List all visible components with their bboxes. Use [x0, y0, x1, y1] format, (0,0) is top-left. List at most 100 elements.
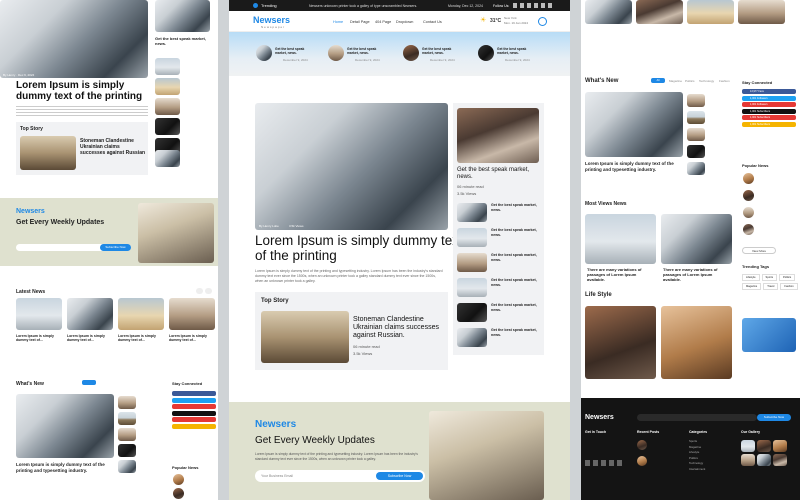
top-story-heading: Top Story [261, 298, 289, 304]
side-thumb-3 [457, 253, 487, 272]
left-popular-news: Popular News [172, 465, 199, 470]
twitter-followers[interactable]: 1,001 Followers [742, 95, 796, 101]
youtube-followers[interactable]: 1,001 Followers [742, 102, 796, 107]
cat-entertainment[interactable]: Intertainment [689, 467, 705, 473]
ticker-date-3: December 9, 2024 [430, 58, 455, 62]
life-style-heading: Life Style [585, 292, 612, 298]
next-arrow-icon[interactable] [205, 288, 212, 294]
footer-logo[interactable]: Newsers [585, 414, 614, 421]
left-hero-headline[interactable]: Lorem Ipsum is simply dummy text of the … [16, 80, 151, 102]
side-feature-image[interactable] [457, 108, 539, 163]
tag-politics[interactable]: Politics [779, 274, 796, 281]
pop-avatar-4 [743, 224, 754, 235]
nav-detail-page[interactable]: Detail Page [350, 20, 370, 24]
nav-dropdown[interactable]: Dropdown [396, 20, 413, 24]
prev-arrow-icon[interactable] [196, 288, 203, 294]
ticker-title-2[interactable]: Get the best speak market, news. [347, 47, 379, 55]
view-more-button[interactable]: View More [742, 247, 776, 254]
tag-list: Lifestyle Sports Politics Magazine Trave… [742, 274, 798, 290]
trending-icon [253, 3, 258, 8]
snapchat-subscribers[interactable]: 1,001 Subscribers [742, 121, 796, 127]
side-item-1[interactable]: Get the best speak market, news. [491, 203, 539, 212]
r-wn-thumb-4 [687, 145, 705, 158]
hero-image[interactable] [255, 103, 448, 230]
left-stay-connected: Stay Connected [172, 381, 203, 386]
tag-lifestyle[interactable]: Lifestyle [742, 274, 760, 281]
right-tab-politics[interactable]: Politics [685, 79, 695, 83]
right-tab-magazine[interactable]: Magazine [669, 79, 682, 83]
social-icons[interactable] [513, 3, 553, 8]
life-style-image-1 [585, 306, 656, 379]
side-item-3[interactable]: Get the best speak market, news. [491, 253, 539, 262]
latest-caption-3[interactable]: Lorem Ipsum is simply dummy text of... [118, 334, 163, 342]
left-newsletter: Newsers Get Every Weekly Updates Subscri… [0, 198, 218, 266]
gallery-img-5 [757, 454, 771, 466]
tag-sports[interactable]: Sports [761, 274, 778, 281]
pinterest-link[interactable] [172, 417, 216, 422]
snapchat-link[interactable] [172, 423, 216, 429]
ticker-date-2: December 9, 2024 [355, 58, 380, 62]
right-column-preview: What's New All Magazine Politics Technol… [581, 0, 800, 500]
latest-news-heading: Latest News [16, 289, 46, 295]
side-thumb-2 [457, 228, 487, 247]
tag-magazine[interactable]: Magazine [742, 283, 762, 290]
side-item-2[interactable]: Get the best speak market, news. [491, 228, 539, 237]
side-feature-title[interactable]: Get the best speak market, news. [457, 167, 539, 181]
facebook-fans[interactable]: 13,977 Fans [742, 89, 796, 94]
footer-email-input[interactable] [637, 414, 757, 421]
ad-banner[interactable] [742, 318, 796, 352]
wn-thumb-4 [118, 444, 136, 457]
most-views-caption-1[interactable]: There are many variations of passages of… [587, 267, 655, 282]
ticker-title-3[interactable]: Get the best speak market, news. [422, 47, 454, 55]
footer-social-icons[interactable] [585, 460, 625, 466]
brand-tagline: Newspaper [261, 25, 286, 29]
side-item-6[interactable]: Get the best speak market, news. [491, 328, 539, 337]
tag-travel[interactable]: Travel [763, 283, 779, 290]
ticker-title-4[interactable]: Get the best speak market, news. [497, 47, 529, 55]
top-story-headline[interactable]: Stoneman Clandestine Ukrainian claims su… [353, 316, 445, 340]
side-item-4[interactable]: Get the best speak market, news. [491, 278, 539, 287]
nav-404-page[interactable]: 404 Page [375, 20, 391, 24]
ticker-title-1[interactable]: Get the best speak market, news. [275, 47, 307, 55]
github-subscribers[interactable]: 1,001 Subscribers [742, 108, 796, 114]
right-tab-technology[interactable]: Technology [699, 79, 714, 83]
ticker-avatar-3 [403, 45, 419, 61]
pinterest-subscribers[interactable]: 1,001 Subscribers [742, 115, 796, 120]
thumb-1 [155, 58, 180, 75]
search-icon[interactable] [538, 17, 547, 26]
side-item-5[interactable]: Get the best speak market, news. [491, 303, 539, 312]
latest-caption-2[interactable]: Lorem Ipsum is simply dummy text of... [67, 334, 112, 342]
hero-headline[interactable]: Lorem Ipsum is simply dummy text of the … [255, 233, 475, 263]
top-story-headline[interactable]: Stoneman Clandestine Ukrainian claims su… [80, 138, 146, 156]
trending-text[interactable]: Newsers unknown printer took a galley of… [309, 4, 417, 8]
tag-fashion[interactable]: Fashion [780, 283, 798, 290]
thumb-3 [155, 98, 180, 115]
subscribe-button[interactable]: Subscribe Now [376, 472, 423, 480]
tab-all[interactable] [82, 380, 96, 385]
top-story-image[interactable] [261, 311, 349, 363]
top-story-views: 3.5k Views [353, 351, 373, 356]
recent-post-avatar-1 [637, 440, 647, 450]
cat-technology[interactable]: Technology [689, 461, 705, 467]
right-tab-fashion[interactable]: Fashion [719, 79, 730, 83]
most-views-caption-2[interactable]: There are many variations of passages of… [663, 267, 731, 282]
latest-image-1 [16, 298, 62, 330]
newsletter-subscribe-button[interactable]: Subscribe Now [100, 244, 131, 251]
left-whats-new-caption[interactable]: Lorem Ipsum is simply dummy text of the … [16, 462, 114, 473]
left-side-title[interactable]: Get the best speak market, news. [155, 36, 211, 46]
twitter-link[interactable] [172, 397, 216, 403]
nav-contact[interactable]: Contact Us [423, 20, 442, 24]
brand-logo[interactable]: Newsers [253, 15, 290, 25]
youtube-link[interactable] [172, 404, 216, 409]
github-link[interactable] [172, 410, 216, 416]
latest-caption-4[interactable]: Lorem Ipsum is simply dummy text of... [169, 334, 214, 342]
date-text: Monday, Dec 12, 2024 [448, 3, 483, 8]
latest-caption-1[interactable]: Lorem Ipsum is simply dummy text of... [16, 334, 61, 342]
wn-thumb-5 [118, 460, 136, 473]
nav-home[interactable]: Home [333, 20, 343, 24]
right-tab-all[interactable]: All [651, 78, 665, 83]
facebook-link[interactable] [172, 391, 216, 396]
footer-subscribe-button[interactable]: Subscribe Now [757, 414, 791, 421]
right-whats-new-caption[interactable]: Lorem Ipsum is simply dummy text of the … [585, 161, 683, 172]
r-wn-thumb-2 [687, 111, 705, 124]
